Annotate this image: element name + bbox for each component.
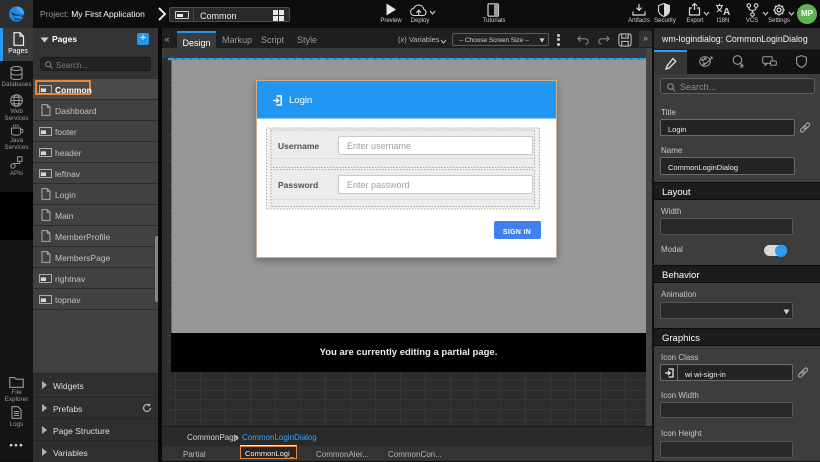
svg-text:A: A xyxy=(723,7,730,16)
